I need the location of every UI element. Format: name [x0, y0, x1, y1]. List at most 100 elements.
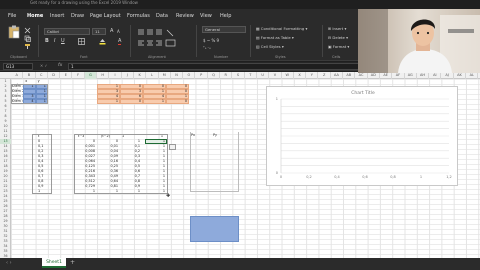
- font-name-select[interactable]: Calibri: [44, 28, 90, 35]
- name-box[interactable]: G13: [3, 63, 33, 70]
- underline-icon[interactable]: U: [61, 38, 65, 44]
- insert-label: Insert: [332, 26, 344, 31]
- column-header[interactable]: AK: [454, 72, 467, 79]
- column-header[interactable]: J: [122, 72, 134, 79]
- column-header[interactable]: M: [159, 72, 171, 79]
- column-header[interactable]: H: [97, 72, 110, 79]
- matrix-value[interactable]: 0: [166, 99, 187, 104]
- format-label: Format: [332, 44, 347, 49]
- column-header[interactable]: AG: [405, 72, 417, 79]
- delete-cells-button[interactable]: ⊟ Delete ▾: [328, 35, 348, 40]
- menu-data[interactable]: Data: [156, 13, 168, 19]
- autofill-options-icon[interactable]: [169, 144, 176, 150]
- column-header[interactable]: B: [23, 72, 36, 79]
- format-as-table-label: Format as Table: [260, 35, 291, 40]
- column-header[interactable]: O: [183, 72, 196, 79]
- column-header[interactable]: V: [269, 72, 282, 79]
- group-alignment: Alignment: [148, 55, 166, 59]
- matrix-value[interactable]: 1: [97, 99, 118, 104]
- decimal-icons[interactable]: ⁺₀ ⁻₀: [203, 46, 211, 50]
- column-header[interactable]: AA: [331, 72, 344, 79]
- chart[interactable]: Chart Title 1 0 0 0,2 0,4 0,6 0,8 1 1,2: [266, 86, 458, 186]
- conditional-formatting-label: Conditional Formatting: [260, 26, 305, 31]
- menu-formulas[interactable]: Formulas: [127, 13, 150, 19]
- delete-label: Delete: [332, 35, 345, 40]
- column-header[interactable]: AD: [368, 72, 380, 79]
- column-header[interactable]: Z: [319, 72, 331, 79]
- column-header[interactable]: Y: [306, 72, 319, 79]
- shrink-font-icon[interactable]: A: [117, 29, 120, 34]
- column-header[interactable]: X: [294, 72, 307, 79]
- cancel-check-icons[interactable]: ✕ ✓: [40, 63, 48, 68]
- cut-icon[interactable]: [24, 27, 31, 34]
- selected-blue-range[interactable]: [190, 216, 239, 242]
- sheet-tab-sheet1[interactable]: Sheet1: [42, 258, 66, 268]
- presenter-photo: [358, 9, 480, 73]
- copy-icon[interactable]: [24, 35, 31, 42]
- column-header[interactable]: D: [48, 72, 61, 79]
- column-header[interactable]: U: [257, 72, 270, 79]
- format-painter-icon[interactable]: [24, 43, 31, 50]
- format-cells-button[interactable]: ▣ Format ▾: [328, 44, 349, 49]
- menu-page-layout[interactable]: Page Layout: [90, 13, 121, 19]
- currency-icon[interactable]: $ ~ % 9: [203, 38, 219, 43]
- sheet-tab-bar: ‹ › Sheet1 +: [0, 258, 480, 270]
- column-header[interactable]: AL: [466, 72, 479, 79]
- menu-review[interactable]: Review: [176, 13, 194, 19]
- column-header[interactable]: AF: [392, 72, 405, 79]
- column-header[interactable]: I: [109, 72, 122, 79]
- column-header[interactable]: AE: [380, 72, 393, 79]
- window-title: Get ready for a drawing using the Excel …: [30, 0, 138, 5]
- column-header[interactable]: AJ: [442, 72, 454, 79]
- column-header[interactable]: Q: [208, 72, 221, 79]
- format-as-table-button[interactable]: ▤ Format as Table ▾: [256, 35, 294, 40]
- menu-file[interactable]: File: [8, 13, 16, 19]
- column-header[interactable]: AB: [343, 72, 356, 79]
- column-header[interactable]: E: [60, 72, 73, 79]
- t-column-border: [32, 134, 52, 194]
- chart-plot: 1 00 0,2 0,4 0,6 0,8 1 1,2: [276, 97, 452, 179]
- menu-home[interactable]: Home: [27, 13, 43, 19]
- column-header[interactable]: L: [146, 72, 159, 79]
- matrix-value[interactable]: 1: [143, 99, 164, 104]
- column-header[interactable]: N: [171, 72, 184, 79]
- menu-draw[interactable]: Draw: [71, 13, 84, 19]
- column-header[interactable]: R: [220, 72, 233, 79]
- column-header[interactable]: W: [282, 72, 294, 79]
- column-header[interactable]: F: [73, 72, 85, 79]
- grow-font-icon[interactable]: A: [110, 28, 113, 34]
- font-size-select[interactable]: 11: [92, 28, 106, 35]
- bold-icon[interactable]: B: [45, 38, 49, 44]
- menu-help[interactable]: Help: [220, 13, 231, 19]
- fx-icon[interactable]: fx: [58, 63, 62, 68]
- column-header[interactable]: S: [232, 72, 245, 79]
- column-header[interactable]: AC: [355, 72, 368, 79]
- cell-styles-label: Cell Styles: [260, 44, 281, 49]
- column-header[interactable]: AI: [429, 72, 442, 79]
- add-sheet-button[interactable]: +: [70, 259, 75, 266]
- column-header[interactable]: T: [245, 72, 257, 79]
- column-header[interactable]: AH: [417, 72, 430, 79]
- alignment-icons[interactable]: [137, 28, 177, 50]
- fill-color-icon[interactable]: [99, 38, 106, 45]
- matrix-value[interactable]: 0: [120, 99, 141, 104]
- italic-icon[interactable]: I: [54, 38, 55, 44]
- tab-nav-arrows[interactable]: ‹ ›: [6, 260, 12, 266]
- conditional-formatting-button[interactable]: ▦ Conditional Formatting ▾: [256, 26, 307, 31]
- menu-view[interactable]: View: [200, 13, 212, 19]
- column-header[interactable]: C: [36, 72, 48, 79]
- column-header[interactable]: P: [196, 72, 208, 79]
- paste-icon[interactable]: [8, 25, 20, 39]
- insert-cells-button[interactable]: ⊞ Insert ▾: [328, 26, 346, 31]
- column-header[interactable]: G: [84, 72, 98, 79]
- worksheet-grid[interactable]: A B C D E F G H I J K L M N O P Q R S T U V W X Y Z AA AB AC AD AE AF AG…: [0, 72, 480, 258]
- borders-icon[interactable]: [78, 38, 85, 45]
- font-color-icon[interactable]: A: [118, 38, 122, 45]
- px-py-range: [190, 132, 239, 192]
- column-header[interactable]: A: [11, 72, 24, 79]
- group-font: Font: [80, 55, 88, 59]
- number-format-select[interactable]: General: [202, 26, 246, 33]
- cell-styles-button[interactable]: ▥ Cell Styles ▾: [256, 44, 284, 49]
- column-header[interactable]: K: [134, 72, 147, 79]
- menu-insert[interactable]: Insert: [50, 13, 64, 19]
